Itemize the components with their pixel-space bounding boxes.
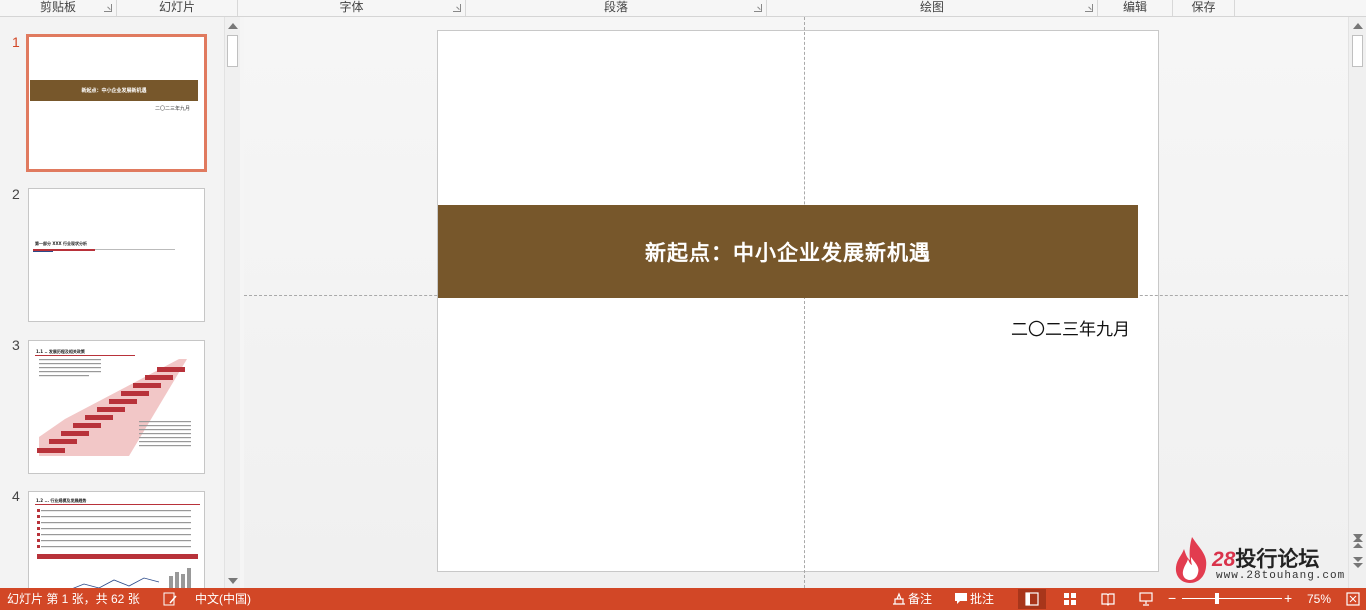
thumbnail-title-band: 新起点：中小企业发展新机遇 [30,80,198,101]
watermark-name: 投行论坛 [1235,548,1320,571]
ribbon-group-label: 保存 [1191,0,1216,14]
thumbnail-slide-3[interactable]: 1.1 .. 发展历程及相关政策 [28,340,205,474]
ribbon-group-label: 段落 [603,0,628,14]
previous-slide-icon-part [1353,543,1363,548]
normal-view-button[interactable] [1018,589,1046,609]
watermark-url: www.28touhang.com [1216,570,1346,582]
dialog-launcher-icon[interactable] [453,4,461,12]
fit-slide-icon[interactable] [1345,591,1361,607]
status-bar: 幻灯片 第 1 张，共 62 张 中文(中国) 备注 批注 − + 75% [0,588,1366,610]
zoom-in-button[interactable]: + [1284,590,1292,606]
slide-subtitle[interactable]: 二〇二三年九月 [938,315,1130,340]
ribbon-group-label: 字体 [339,0,364,14]
dialog-launcher-icon[interactable] [1085,4,1093,12]
slide-title-box[interactable]: 新起点：中小企业发展新机遇 [438,205,1138,298]
language-indicator[interactable]: 中文(中国) [195,591,251,607]
watermark-title: 28投行论坛 [1212,543,1319,573]
thumbnail-title: 新起点：中小企业发展新机遇 [81,88,147,94]
reading-view-button[interactable] [1094,589,1122,609]
thumbnail-number: 1 [12,34,20,50]
ribbon-group-editing: 编辑 [1098,0,1173,16]
previous-slide-icon[interactable] [1353,537,1363,542]
thumbnail-number: 2 [12,186,20,202]
next-slide-icon[interactable] [1353,557,1363,562]
ribbon-group-clipboard: 剪贴板 [0,0,117,16]
watermark-logo: 28投行论坛 www.28touhang.com [1172,535,1346,585]
scrollbar-thumb[interactable] [227,35,238,67]
scroll-up-icon[interactable] [1353,23,1363,29]
thumbnail-number: 3 [12,337,20,353]
ribbon-group-label: 剪贴板 [39,0,76,14]
slide-show-icon [1139,592,1153,606]
reading-view-icon [1101,593,1115,606]
thumbnail-slide-4[interactable]: 1.2 ... 行业规模及发展趋势 [28,491,205,588]
ribbon-group-font: 字体 [238,0,466,16]
zoom-level[interactable]: 75% [1307,591,1331,607]
ribbon-group-label: 幻灯片 [158,0,195,14]
ribbon-group-label: 编辑 [1122,0,1147,14]
ribbon-group-save: 保存 [1173,0,1235,16]
dialog-launcher-icon[interactable] [104,4,112,12]
slide-scrollbar[interactable] [1348,17,1366,588]
slide-thumbnail-pane: 1 新起点：中小企业发展新机遇 二〇二三年九月 2 第一部分 XXX 行业现状分… [0,17,240,588]
notes-icon[interactable] [892,592,906,606]
comments-button[interactable]: 批注 [970,591,994,607]
vertical-guide[interactable] [804,17,805,588]
ribbon-group-paragraph: 段落 [466,0,767,16]
next-slide-icon-part [1353,563,1363,568]
thumbnail-number: 4 [12,488,20,504]
scroll-up-icon[interactable] [228,23,238,29]
current-slide[interactable] [437,30,1159,572]
thumbnail-staircase-graphic [37,359,191,456]
thumbnail-scrollbar[interactable] [224,17,240,588]
slide-show-button[interactable] [1132,589,1160,609]
thumbnail-date: 二〇二三年九月 [155,106,191,112]
ribbon-group-drawing: 绘图 [767,0,1098,16]
zoom-out-button[interactable]: − [1168,590,1176,606]
flame-icon [1175,537,1207,583]
normal-view-icon [1025,592,1039,606]
slide-position-indicator[interactable]: 幻灯片 第 1 张，共 62 张 [7,591,140,607]
spell-check-icon[interactable] [163,592,178,606]
ribbon-group-slides: 幻灯片 [117,0,238,16]
dialog-launcher-icon[interactable] [754,4,762,12]
zoom-slider-thumb[interactable] [1215,593,1219,604]
ribbon-group-labels: 剪贴板 幻灯片 字体 段落 绘图 编辑 保存 [0,0,1366,17]
scroll-down-icon[interactable] [228,578,238,584]
slide-sorter-view-button[interactable] [1056,589,1084,609]
slide-title: 新起点：中小企业发展新机遇 [645,239,931,265]
thumbnail-rule-accent [33,251,53,252]
watermark-number: 28 [1212,548,1236,571]
zoom-slider[interactable] [1182,598,1282,599]
thumbnail-chart-graphic [37,509,198,588]
scrollbar-thumb[interactable] [1352,35,1363,67]
thumbnail-title: 第一部分 XXX 行业现状分析 [35,241,88,246]
thumbnail-slide-2[interactable]: 第一部分 XXX 行业现状分析 [28,188,205,322]
notes-button[interactable]: 备注 [908,591,932,607]
thumbnail-slide-1[interactable]: 新起点：中小企业发展新机遇 二〇二三年九月 [26,34,207,172]
ribbon-group-label: 绘图 [919,0,944,14]
slide-sorter-icon [1064,593,1076,605]
comment-icon[interactable] [954,592,968,606]
